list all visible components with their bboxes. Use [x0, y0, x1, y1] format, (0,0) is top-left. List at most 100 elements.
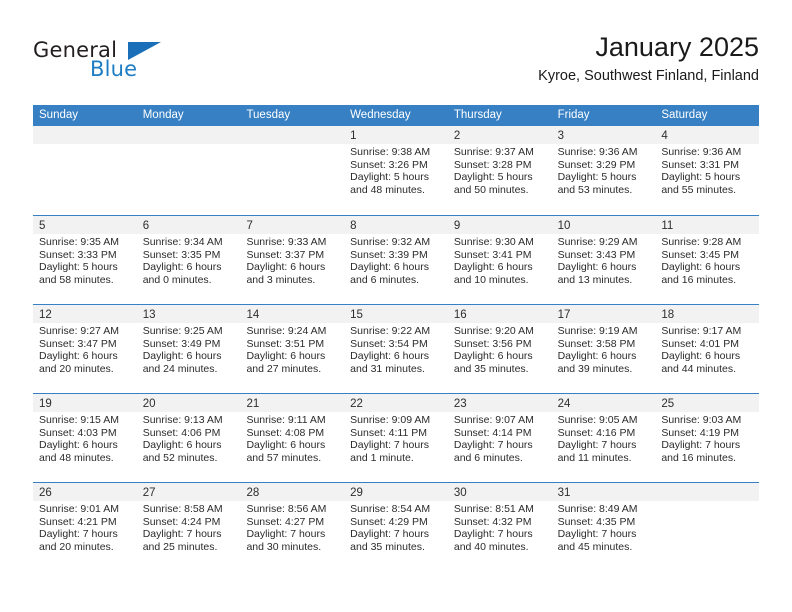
calendar-day-cell[interactable]: 28 Sunrise: 8:56 AM Sunset: 4:27 PM Dayligh…: [240, 483, 345, 571]
calendar-day-cell[interactable]: 9 Sunrise: 9:30 AM Sunset: 3:41 PM Daylight…: [447, 216, 552, 304]
sunset-text: Sunset: 3:39 PM: [350, 248, 428, 261]
calendar-day-cell[interactable]: 29 Sunrise: 8:54 AM Sunset: 4:29 PM Dayligh…: [344, 483, 448, 571]
sunset-text: Sunset: 4:35 PM: [557, 515, 636, 528]
calendar-day-cell[interactable]: 12 Sunrise: 9:27 AM Sunset: 3:47 PM Dayligh…: [33, 305, 137, 393]
daylight-text-line2: and 30 minutes.: [246, 540, 322, 553]
daylight-text-line1: Daylight: 6 hours: [142, 350, 222, 363]
sunset-text: Sunset: 3:29 PM: [557, 158, 636, 171]
daylight-text-line1: Daylight: 6 hours: [557, 261, 637, 274]
day-number-band: [655, 483, 760, 501]
calendar-day-cell[interactable]: 5 Sunrise: 9:35 AM Sunset: 3:33 PM Daylight…: [33, 216, 137, 304]
sunset-text: Sunset: 4:16 PM: [557, 426, 636, 439]
daylight-text-line1: Daylight: 6 hours: [246, 261, 326, 274]
daylight-text-line2: and 58 minutes.: [39, 273, 114, 286]
day-number: 8: [350, 220, 357, 232]
daylight-text-line1: Daylight: 7 hours: [350, 439, 429, 452]
sunrise-text: Sunrise: 9:17 AM: [661, 325, 742, 337]
day-number: 25: [661, 398, 675, 410]
day-sun-info: Sunrise: 9:27 AM Sunset: 3:47 PM Daylight:…: [33, 323, 137, 375]
day-number-band: 19: [33, 394, 137, 412]
calendar-day-cell[interactable]: 24 Sunrise: 9:05 AM Sunset: 4:16 PM Dayligh…: [551, 394, 656, 482]
calendar-day-cell[interactable]: 23 Sunrise: 9:07 AM Sunset: 4:14 PM Dayligh…: [447, 394, 552, 482]
daylight-text-line2: and 16 minutes.: [661, 451, 737, 464]
calendar-day-cell[interactable]: 3 Sunrise: 9:36 AM Sunset: 3:29 PM Daylight…: [551, 126, 656, 215]
daylight-text-line2: and 10 minutes.: [453, 273, 529, 286]
day-number-band: 3: [551, 126, 656, 144]
day-sun-info: Sunrise: 8:49 AM Sunset: 4:35 PM Daylight:…: [552, 501, 656, 553]
sunrise-text: Sunrise: 9:09 AM: [350, 414, 431, 426]
calendar-day-cell[interactable]: 27 Sunrise: 8:58 AM Sunset: 4:24 PM Dayligh…: [136, 483, 241, 571]
calendar-day-cell[interactable]: 20 Sunrise: 9:13 AM Sunset: 4:06 PM Dayligh…: [136, 394, 241, 482]
calendar-day-cell[interactable]: 19 Sunrise: 9:15 AM Sunset: 4:03 PM Dayligh…: [33, 394, 137, 482]
calendar-day-cell[interactable]: 17 Sunrise: 9:19 AM Sunset: 3:58 PM Dayligh…: [551, 305, 656, 393]
calendar-weeks: 1 Sunrise: 9:38 AM Sunset: 3:26 PM Daylight…: [33, 126, 760, 571]
daylight-text-line2: and 31 minutes.: [350, 362, 425, 375]
day-number: 30: [453, 487, 467, 499]
day-number: 18: [661, 309, 675, 321]
day-sun-info: Sunrise: 9:38 AM Sunset: 3:26 PM Daylight:…: [344, 144, 448, 196]
daylight-text-line1: Daylight: 6 hours: [39, 439, 118, 452]
calendar-day-cell[interactable]: 30 Sunrise: 8:51 AM Sunset: 4:32 PM Dayligh…: [447, 483, 552, 571]
day-sun-info: Sunrise: 9:22 AM Sunset: 3:54 PM Daylight:…: [344, 323, 448, 375]
calendar-day-cell[interactable]: 7 Sunrise: 9:33 AM Sunset: 3:37 PM Daylight…: [240, 216, 345, 304]
daylight-text-line1: Daylight: 5 hours: [350, 171, 429, 184]
calendar-day-cell[interactable]: 16 Sunrise: 9:20 AM Sunset: 3:56 PM Dayligh…: [447, 305, 552, 393]
daylight-text-line1: Daylight: 5 hours: [39, 261, 118, 274]
sunrise-text: Sunrise: 9:30 AM: [453, 236, 534, 248]
brand-name-secondary: Blue: [90, 57, 138, 81]
sunrise-text: Sunrise: 9:05 AM: [557, 414, 638, 426]
day-sun-info: Sunrise: 9:24 AM Sunset: 3:51 PM Daylight:…: [240, 323, 344, 375]
calendar-day-cell[interactable]: 15 Sunrise: 9:22 AM Sunset: 3:54 PM Dayligh…: [344, 305, 448, 393]
day-number: 9: [453, 220, 461, 232]
daylight-text-line2: and 1 minute.: [350, 451, 414, 464]
daylight-text-line1: Daylight: 6 hours: [142, 439, 222, 452]
calendar-day-cell[interactable]: 13 Sunrise: 9:25 AM Sunset: 3:49 PM Dayligh…: [136, 305, 241, 393]
day-sun-info: [33, 144, 137, 146]
weekday-header-row: Sunday Monday Tuesday Wednesday Thursday Frid…: [33, 105, 759, 126]
calendar-day-cell[interactable]: 6 Sunrise: 9:34 AM Sunset: 3:35 PM Daylight…: [136, 216, 241, 304]
calendar-day-cell[interactable]: 10 Sunrise: 9:29 AM Sunset: 3:43 PM Dayligh…: [551, 216, 656, 304]
calendar-day-cell[interactable]: 21 Sunrise: 9:11 AM Sunset: 4:08 PM Dayligh…: [240, 394, 345, 482]
day-sun-info: Sunrise: 9:13 AM Sunset: 4:06 PM Daylight:…: [137, 412, 241, 464]
sunset-text: Sunset: 4:29 PM: [350, 515, 428, 528]
calendar-day-cell[interactable]: 2 Sunrise: 9:37 AM Sunset: 3:28 PM Daylight…: [447, 126, 552, 215]
sunrise-text: Sunrise: 9:36 AM: [661, 146, 742, 158]
calendar-day-cell[interactable]: 11 Sunrise: 9:28 AM Sunset: 3:45 PM Dayligh…: [655, 216, 760, 304]
day-sun-info: Sunrise: 9:03 AM Sunset: 4:19 PM Daylight:…: [655, 412, 759, 464]
daylight-text-line1: Daylight: 5 hours: [453, 171, 533, 184]
weekday-header-tuesday: Tuesday: [246, 109, 291, 121]
day-number: 23: [453, 398, 467, 410]
daylight-text-line1: Daylight: 7 hours: [661, 439, 741, 452]
sunset-text: Sunset: 4:19 PM: [661, 426, 739, 439]
calendar-day-cell[interactable]: 1 Sunrise: 9:38 AM Sunset: 3:26 PM Daylight…: [344, 126, 448, 215]
sunrise-text: Sunrise: 9:36 AM: [557, 146, 638, 158]
daylight-text-line2: and 0 minutes.: [142, 273, 212, 286]
title-block: January 2025 Kyroe, Southwest Finland, F…: [538, 30, 759, 85]
calendar-day-cell[interactable]: 22 Sunrise: 9:09 AM Sunset: 4:11 PM Dayligh…: [344, 394, 448, 482]
calendar-day-cell[interactable]: 18 Sunrise: 9:17 AM Sunset: 4:01 PM Dayligh…: [655, 305, 760, 393]
day-number: 22: [350, 398, 363, 410]
sunset-text: Sunset: 3:56 PM: [453, 337, 532, 350]
sunrise-text: Sunrise: 9:13 AM: [142, 414, 223, 426]
calendar-day-cell[interactable]: 26 Sunrise: 9:01 AM Sunset: 4:21 PM Dayligh…: [33, 483, 137, 571]
day-number-band: 11: [655, 216, 760, 234]
calendar-day-cell[interactable]: 31 Sunrise: 8:49 AM Sunset: 4:35 PM Dayligh…: [551, 483, 656, 571]
calendar-day-cell[interactable]: 8 Sunrise: 9:32 AM Sunset: 3:39 PM Daylight…: [344, 216, 448, 304]
sunset-text: Sunset: 3:58 PM: [557, 337, 636, 350]
sunrise-text: Sunrise: 8:56 AM: [246, 503, 327, 515]
day-number: 19: [39, 398, 52, 410]
day-number: 6: [142, 220, 150, 232]
calendar-day-cell[interactable]: 14 Sunrise: 9:24 AM Sunset: 3:51 PM Dayligh…: [240, 305, 345, 393]
daylight-text-line1: Daylight: 6 hours: [453, 350, 533, 363]
daylight-text-line2: and 11 minutes.: [557, 451, 632, 464]
daylight-text-line1: Daylight: 7 hours: [350, 528, 429, 541]
brand-logo[interactable]: General Blue: [33, 38, 233, 86]
day-number: 11: [661, 220, 674, 232]
calendar-day-cell[interactable]: 4 Sunrise: 9:36 AM Sunset: 3:31 PM Daylight…: [655, 126, 760, 215]
sunrise-text: Sunrise: 9:34 AM: [142, 236, 223, 248]
sunrise-text: Sunrise: 9:11 AM: [246, 414, 326, 426]
day-number-band: 15: [344, 305, 448, 323]
day-sun-info: Sunrise: 9:05 AM Sunset: 4:16 PM Daylight:…: [552, 412, 656, 464]
calendar-day-cell[interactable]: 25 Sunrise: 9:03 AM Sunset: 4:19 PM Dayligh…: [655, 394, 760, 482]
sunset-text: Sunset: 3:26 PM: [350, 158, 428, 171]
